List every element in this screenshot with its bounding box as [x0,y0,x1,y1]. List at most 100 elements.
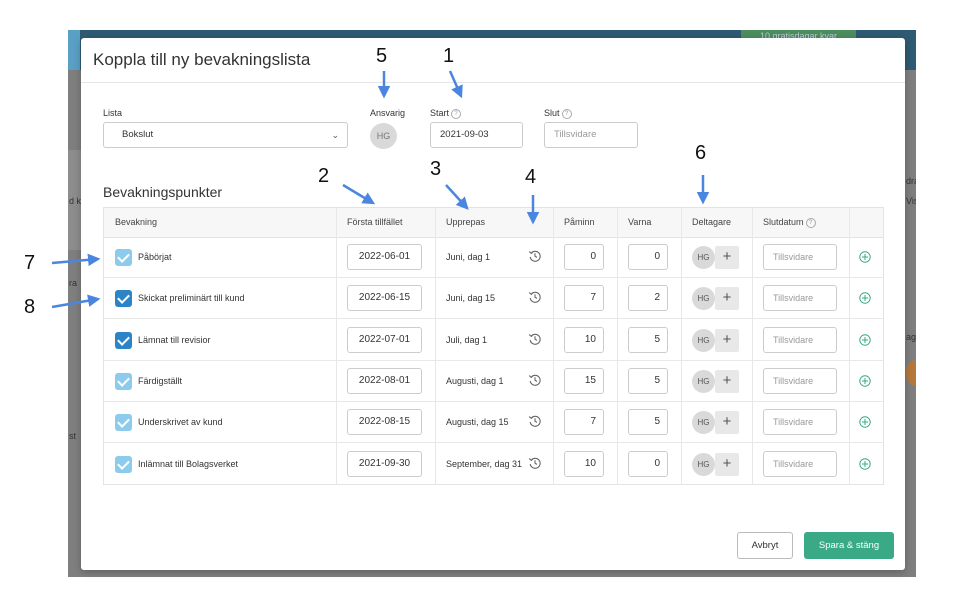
bg-fragment: ra [69,278,78,288]
bg-fragment: d k [69,196,82,206]
add-participant-button[interactable]: + [715,246,739,269]
watch-points-table: Bevakning Första tillfället Upprepas Påm… [103,207,884,485]
help-icon[interactable]: ? [805,218,816,228]
warn-days-input[interactable]: 5 [628,367,668,394]
chevron-down-icon: ⌄ [331,130,339,140]
end-date-input[interactable]: Tillsvidare [763,244,837,270]
end-date-input[interactable]: Tillsvidare [763,326,837,353]
lista-select[interactable]: Bokslut ⌄ [103,122,348,148]
ansvarig-label: Ansvarig [370,108,406,118]
remind-days-input[interactable]: 10 [564,450,604,477]
bg-avatar [906,360,916,386]
warn-days-input[interactable]: 5 [628,326,668,353]
row-checkbox[interactable] [115,414,132,432]
warn-days-input[interactable]: 2 [628,285,668,312]
end-date-input[interactable]: Tillsvidare [763,367,837,394]
add-row-icon[interactable] [859,292,871,304]
col-upprepas: Upprepas [446,217,486,227]
add-participant-button[interactable]: + [715,287,739,311]
save-and-close-button[interactable]: Spara & stäng [804,532,894,559]
history-icon[interactable] [528,414,542,428]
first-date-input[interactable]: 2022-06-01 [347,244,422,270]
row-label: Färdigställt [138,375,183,386]
warn-days-input[interactable]: 0 [628,244,668,270]
add-row-icon[interactable] [859,457,871,470]
add-participant-button[interactable]: + [715,328,739,352]
bg-top-bar-accent [68,30,80,70]
start-label: Start? [430,108,462,119]
participant-avatar[interactable]: HG [692,369,715,393]
add-participant-button[interactable]: + [715,452,739,476]
add-row-icon[interactable] [859,375,871,387]
col-deltagare: Deltagare [692,217,732,227]
add-row-icon[interactable] [859,251,871,263]
row-checkbox[interactable] [115,455,132,473]
warn-days-input[interactable]: 5 [628,409,668,436]
first-date-input[interactable]: 2021-09-30 [347,450,422,477]
start-label-text: Start [430,108,450,118]
table-header: Bevakning Första tillfället Upprepas Påm… [104,208,883,238]
table-row: Skickat preliminärt till kund 2022-06-15 J… [104,278,883,320]
col-slutdatum-text: Slutdatum [763,217,804,227]
add-participant-button[interactable]: + [715,411,739,435]
end-date-input[interactable]: Tillsvidare [763,450,837,477]
row-label: Lämnat till revisior [138,334,211,345]
bg-fragment: dra [906,176,916,186]
annotation-4: 4 [525,166,537,188]
annotation-8: 8 [24,296,36,318]
warn-days-input[interactable]: 0 [628,450,668,477]
table-row: Underskrivet av kund 2022-08-15 Augusti, d… [104,402,883,444]
cancel-button[interactable]: Avbryt [737,532,793,559]
table-row: Lämnat till revisior 2022-07-01 Juli, dag … [104,320,883,361]
annotation-3: 3 [430,158,442,180]
lista-value: Bokslut [122,129,154,140]
remind-days-input[interactable]: 15 [564,367,604,394]
row-checkbox[interactable] [115,290,132,308]
help-icon[interactable]: ? [451,109,462,119]
slut-label: Slut? [544,108,572,119]
ansvarig-avatar[interactable]: HG [370,123,397,149]
row-checkbox[interactable] [115,372,132,390]
first-date-input[interactable]: 2022-08-01 [347,367,422,394]
history-icon[interactable] [528,249,542,263]
history-icon[interactable] [528,456,542,470]
end-date-input[interactable]: Tillsvidare [763,285,837,312]
history-icon[interactable] [528,332,542,346]
end-date-input[interactable]: Tillsvidare [763,409,837,436]
history-icon[interactable] [528,290,542,304]
remind-days-input[interactable]: 10 [564,326,604,353]
row-checkbox[interactable] [115,249,132,266]
add-participant-button[interactable]: + [715,369,739,393]
first-date-input[interactable]: 2022-07-01 [347,326,422,353]
participant-avatar[interactable]: HG [692,246,715,269]
slut-date-input[interactable]: Tillsvidare [544,122,638,148]
modal-title: Koppla till ny bevakningslista [93,50,311,69]
first-date-input[interactable]: 2022-06-15 [347,285,422,312]
modal-header: Koppla till ny bevakningslista [81,38,905,83]
col-paminn: Påminn [564,217,595,227]
repeat-text: Augusti, dag 15 [446,417,509,428]
annotation-7: 7 [24,252,36,274]
participant-avatar[interactable]: HG [692,328,715,352]
remind-days-input[interactable]: 0 [564,244,604,270]
remind-days-input[interactable]: 7 [564,285,604,312]
participant-avatar[interactable]: HG [692,287,715,311]
add-row-icon[interactable] [859,416,871,428]
row-checkbox[interactable] [115,331,132,349]
col-varna: Varna [628,217,652,227]
start-date-input[interactable]: 2021-09-03 [430,122,523,148]
bg-fragment: Vis [906,196,916,206]
table-row: Påbörjat 2022-06-01 Juni, dag 1 0 0 HG + Tillsv… [104,237,883,278]
participant-avatar[interactable]: HG [692,411,715,435]
first-date-input[interactable]: 2022-08-15 [347,409,422,436]
bg-fragment: ag [906,332,916,342]
participant-avatar[interactable]: HG [692,452,715,476]
remind-days-input[interactable]: 7 [564,409,604,436]
repeat-text: Juni, dag 1 [446,252,491,262]
bg-fragment: st [69,431,77,441]
help-icon[interactable]: ? [561,109,572,119]
history-icon[interactable] [528,373,542,387]
repeat-text: Juni, dag 15 [446,293,496,304]
annotation-2: 2 [318,165,330,187]
add-row-icon[interactable] [859,333,871,346]
